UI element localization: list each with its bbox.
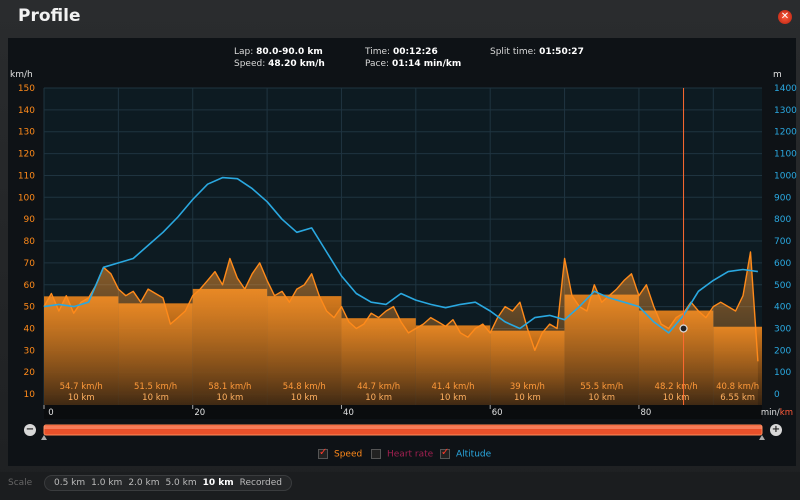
x-tick-label: 60	[492, 408, 503, 418]
left-tick-label: 150	[18, 84, 35, 94]
profile-window: Profile ✕ Lap: 80.0-90.0 km Speed: 48.20…	[0, 0, 800, 500]
heart-rate-checkbox[interactable]	[371, 449, 381, 459]
speed-legend-label: Speed	[334, 449, 363, 460]
x-tick-label: 40	[343, 408, 354, 418]
right-tick-label: 100	[774, 368, 791, 378]
x-unit-km: km	[780, 408, 793, 418]
lap-speed-label: 51.5 km/h	[134, 382, 177, 392]
right-tick-label: 800	[774, 215, 791, 225]
x-unit-min: min/	[761, 408, 780, 418]
heart-rate-legend-label: Heart rate	[387, 449, 434, 460]
scale-option[interactable]: 2.0 km	[128, 478, 159, 488]
left-tick-label: 130	[18, 128, 35, 138]
right-tick-label: 600	[774, 259, 791, 269]
right-axis-ticks: 0 100 200 300 400 500 600 700 800 900 1000 1100 1200…	[774, 84, 797, 400]
lap-distance-label: 10 km	[663, 393, 690, 403]
range-scrubber[interactable]	[41, 424, 765, 440]
zoom-in-button[interactable]: +	[770, 424, 782, 436]
left-tick-label: 40	[24, 324, 36, 334]
scale-option[interactable]: 0.5 km	[54, 478, 85, 488]
lap-speed-label: 48.2 km/h	[655, 382, 698, 392]
lap-speed-label: 54.7 km/h	[60, 382, 103, 392]
scale-label: Scale	[8, 478, 33, 488]
altitude-legend-label: Altitude	[456, 449, 492, 460]
x-tick-label: 20	[194, 408, 205, 418]
scale-option[interactable]: 5.0 km	[165, 478, 196, 488]
left-tick-label: 120	[18, 150, 35, 160]
x-axis-band	[44, 405, 762, 419]
left-axis-ticks: 10 20 30 40 50 60 70 80 90 100 110 120 130 140 150	[18, 84, 35, 400]
lap-distance-label: 10 km	[588, 393, 615, 403]
right-tick-label: 700	[774, 237, 791, 247]
scale-option[interactable]: Recorded	[240, 478, 282, 488]
left-tick-label: 10	[24, 390, 36, 400]
scrubber-highlight	[44, 426, 762, 429]
right-tick-label: 200	[774, 346, 791, 356]
left-tick-label: 80	[24, 237, 36, 247]
left-tick-label: 140	[18, 106, 35, 116]
left-tick-label: 100	[18, 193, 35, 203]
right-tick-label: 1000	[774, 171, 797, 181]
right-tick-label: 1300	[774, 106, 797, 116]
x-axis-unit: min/km	[761, 408, 793, 418]
scale-option[interactable]: 10 km	[203, 478, 234, 488]
x-tick-label: 80	[641, 408, 652, 418]
altitude-checkbox[interactable]	[440, 447, 450, 459]
legend-speed[interactable]: Speed	[318, 447, 363, 460]
profile-chart[interactable]: 10 20 30 40 50 60 70 80 90 100 110 120 130 140 150 0 10…	[0, 0, 800, 472]
scrubber-left-handle	[41, 435, 47, 440]
left-tick-label: 60	[24, 281, 36, 291]
left-tick-label: 110	[18, 171, 35, 181]
lap-speed-label: 40.8 km/h	[716, 382, 759, 392]
scrubber-right-handle	[759, 435, 765, 440]
right-tick-label: 300	[774, 324, 791, 334]
right-tick-label: 400	[774, 303, 791, 313]
left-tick-label: 90	[24, 215, 36, 225]
zoom-out-button[interactable]: −	[24, 424, 36, 436]
lap-speed-label: 44.7 km/h	[357, 382, 400, 392]
right-tick-label: 500	[774, 281, 791, 291]
right-tick-label: 900	[774, 193, 791, 203]
lap-speed-label: 55.5 km/h	[580, 382, 623, 392]
legend-heart-rate[interactable]: Heart rate	[371, 449, 433, 460]
lap-distance-label: 10 km	[68, 393, 95, 403]
lap-speed-label: 54.8 km/h	[283, 382, 326, 392]
lap-distance-label: 6.55 km	[720, 393, 755, 403]
left-tick-label: 20	[24, 368, 36, 378]
lap-speed-label: 41.4 km/h	[431, 382, 474, 392]
lap-speed-label: 39 km/h	[510, 382, 545, 392]
speed-checkbox[interactable]	[318, 447, 328, 459]
lap-distance-label: 10 km	[217, 393, 244, 403]
left-tick-label: 70	[24, 259, 36, 269]
right-tick-label: 0	[774, 390, 780, 400]
lap-distance-label: 10 km	[365, 393, 392, 403]
legend-altitude[interactable]: Altitude	[440, 447, 492, 460]
right-tick-label: 1200	[774, 128, 797, 138]
scale-selector[interactable]: 0.5 km 1.0 km 2.0 km 5.0 km 10 km Recorded	[44, 475, 293, 491]
lap-distance-label: 10 km	[514, 393, 541, 403]
lap-speed-label: 58.1 km/h	[208, 382, 251, 392]
left-tick-label: 30	[24, 346, 36, 356]
lap-distance-label: 10 km	[291, 393, 318, 403]
x-tick-label: 0	[48, 408, 53, 418]
scale-option[interactable]: 1.0 km	[91, 478, 122, 488]
cursor-marker	[679, 324, 688, 333]
x-axis: 0 20 40 60 80 min/km	[43, 405, 793, 419]
lap-distance-label: 10 km	[142, 393, 169, 403]
right-tick-label: 1400	[774, 84, 797, 94]
right-tick-label: 1100	[774, 150, 797, 160]
lap-distance-label: 10 km	[440, 393, 467, 403]
left-tick-label: 50	[24, 303, 36, 313]
